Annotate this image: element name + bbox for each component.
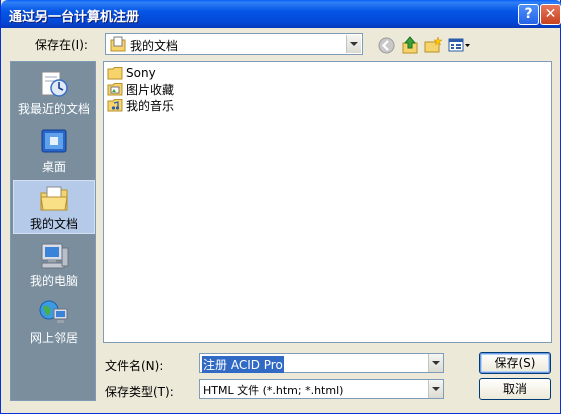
filename-field[interactable]: 注册 ACID Pro (199, 353, 444, 373)
list-item[interactable]: 我的音乐 (107, 97, 174, 113)
place-label: 我最近的文档 (17, 102, 90, 116)
chevron-down-icon (432, 361, 440, 365)
list-item[interactable]: Sony (107, 65, 156, 81)
place-label: 网上邻居 (29, 331, 78, 345)
place-recent-documents[interactable]: 我最近的文档 (13, 66, 95, 120)
up-folder-button[interactable] (401, 36, 419, 54)
place-my-documents[interactable]: 我的文档 (13, 180, 95, 234)
save-in-value: 我的文档 (130, 39, 179, 53)
place-my-computer[interactable]: 我的电脑 (13, 238, 95, 292)
filename-label: 文件名(N): (105, 359, 164, 373)
pictures-folder-icon (107, 83, 123, 96)
my-documents-icon (40, 186, 68, 211)
filetype-select[interactable]: HTML 文件 (*.htm; *.html) (199, 379, 444, 399)
views-menu-icon (448, 38, 470, 52)
new-folder-button[interactable] (424, 36, 442, 54)
places-bar: 我最近的文档 桌面 我的文档 我的电脑 网上邻居 (10, 61, 96, 401)
place-network-places[interactable]: 网上邻居 (13, 295, 95, 349)
chevron-down-icon (350, 42, 358, 46)
window-title: 通过另一台计算机注册 (9, 10, 140, 25)
my-documents-icon (110, 36, 126, 52)
chevron-down-icon (432, 387, 440, 391)
folder-icon (107, 67, 123, 80)
up-folder-icon (402, 36, 418, 54)
recent-documents-icon (41, 71, 68, 97)
close-button[interactable]: ✕ (540, 4, 561, 25)
title-bar[interactable]: 通过另一台计算机注册 ? ✕ (1, 0, 561, 28)
save-dialog: 通过另一台计算机注册 ? ✕ 保存在(I): 我的文档 我最近的文档 桌面 我的… (0, 0, 561, 414)
file-list[interactable]: Sony 图片收藏 我的音乐 (103, 61, 552, 343)
file-name: 我的音乐 (126, 98, 175, 113)
my-computer-icon (41, 243, 69, 269)
filetype-dropdown-button[interactable] (428, 380, 443, 398)
desktop-icon (41, 129, 67, 153)
file-name: 图片收藏 (126, 82, 175, 97)
filename-dropdown[interactable] (426, 354, 443, 372)
place-label: 桌面 (41, 160, 66, 174)
filename-dropdown-button[interactable] (428, 354, 443, 372)
file-name: Sony (126, 66, 156, 80)
network-places-icon (39, 300, 68, 323)
save-button[interactable]: 保存(S) (479, 352, 551, 374)
cancel-button[interactable]: 取消 (479, 378, 551, 400)
place-desktop[interactable]: 桌面 (13, 124, 95, 178)
new-folder-icon (424, 36, 442, 53)
filetype-value: HTML 文件 (*.htm; *.html) (203, 384, 344, 397)
views-menu-button[interactable] (448, 36, 472, 54)
save-in-label: 保存在(I): (35, 38, 88, 52)
filetype-label: 保存类型(T): (105, 385, 174, 399)
place-label: 我的电脑 (29, 274, 78, 288)
save-in-dropdown-button[interactable] (346, 35, 361, 53)
help-button[interactable]: ? (518, 4, 539, 25)
save-in-combo[interactable]: 我的文档 (105, 33, 363, 55)
filename-value: 注册 ACID Pro (202, 356, 284, 373)
list-item[interactable]: 图片收藏 (107, 81, 174, 97)
back-icon (378, 37, 395, 53)
music-folder-icon (107, 99, 123, 112)
place-label: 我的文档 (29, 217, 78, 231)
back-button[interactable] (378, 36, 395, 54)
